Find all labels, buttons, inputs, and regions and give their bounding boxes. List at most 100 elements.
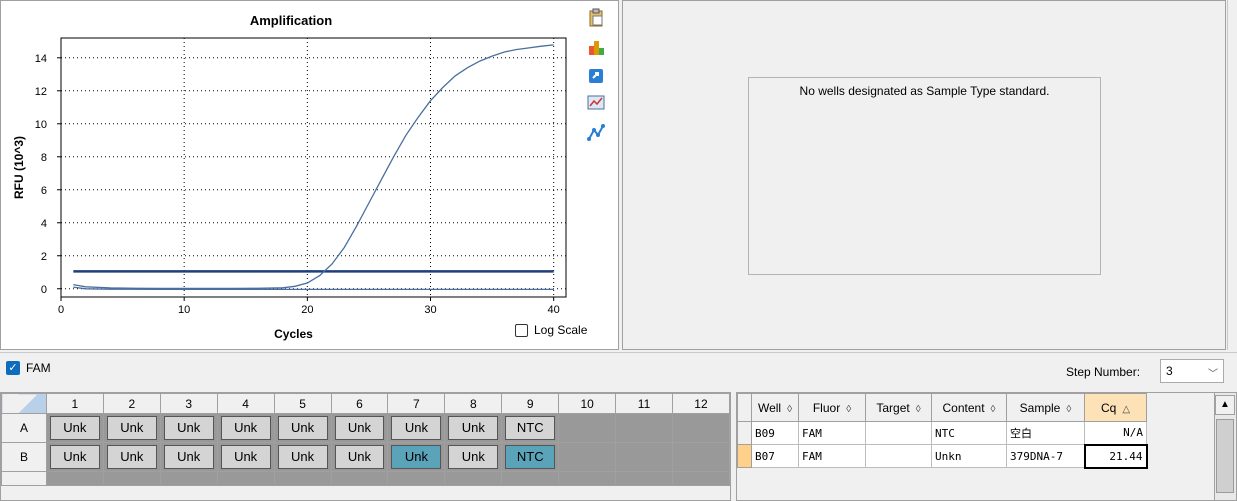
well-button[interactable]: Unk [391,416,442,440]
column-header-fluor[interactable]: Fluor ◊ [798,393,866,422]
step-number-select[interactable]: 3 ﹀ [1160,359,1224,383]
plate-well[interactable] [671,413,731,443]
plate-well[interactable]: Unk [387,413,446,443]
table-row[interactable]: B07 FAM Unkn 379DNA-7 21.44 [737,443,1148,469]
plate-well[interactable]: NTC [501,442,560,472]
well-button[interactable]: Unk [448,416,499,440]
plate-column-header[interactable]: 2 [102,393,161,414]
cell-target[interactable] [865,421,932,445]
well-button[interactable]: Unk [334,416,385,440]
plate-column-header[interactable]: 1 [45,393,104,414]
well-button[interactable]: Unk [277,445,328,469]
plate-column-header[interactable]: 12 [671,393,731,414]
plate-well[interactable]: Unk [159,413,218,443]
plate-well[interactable] [615,413,673,443]
results-scrollbar[interactable]: ▲ [1214,393,1236,500]
graph-icon[interactable] [586,123,606,143]
plate-well[interactable] [671,471,731,486]
clipboard-icon[interactable] [586,8,606,28]
cell-content[interactable]: NTC [931,421,1007,445]
cell-cq[interactable]: N/A [1084,421,1147,445]
well-button[interactable]: NTC [505,445,556,469]
plate-well[interactable]: NTC [501,413,560,443]
export-icon[interactable] [586,65,606,85]
plate-row-header[interactable] [1,471,47,486]
plate-column-header[interactable]: 6 [330,393,389,414]
plate-well[interactable]: Unk [216,413,275,443]
plate-column-header[interactable]: 11 [615,393,673,414]
plate-well[interactable] [159,471,218,486]
plate-row-header[interactable]: A [1,413,47,443]
plate-well[interactable] [216,471,275,486]
plate-well[interactable] [615,471,673,486]
scroll-thumb[interactable] [1216,419,1234,493]
well-button[interactable]: Unk [106,445,157,469]
scroll-up-icon[interactable]: ▲ [1215,395,1235,415]
plate-well[interactable] [102,471,161,486]
plate-well[interactable]: Unk [216,442,275,472]
plate-well[interactable] [444,471,503,486]
plate-well[interactable]: Unk [273,413,332,443]
plate-well[interactable]: Unk [444,442,503,472]
plate-column-header[interactable]: 5 [273,393,332,414]
plate-corner[interactable] [1,393,47,414]
column-header-target[interactable]: Target ◊ [865,393,932,422]
row-selector[interactable] [737,421,752,445]
column-header-content[interactable]: Content ◊ [931,393,1007,422]
plate-well[interactable]: Unk [45,442,104,472]
cell-fluor[interactable]: FAM [798,444,866,468]
plate-well[interactable] [273,471,332,486]
column-header-well[interactable]: Well ◊ [751,393,799,422]
plate-well[interactable] [45,471,104,486]
plate-column-header[interactable]: 7 [387,393,446,414]
well-button[interactable]: Unk [163,416,214,440]
cell-target[interactable] [865,444,932,468]
plate-well[interactable] [671,442,731,472]
cell-well[interactable]: B07 [751,444,799,468]
well-button[interactable]: Unk [448,445,499,469]
plate-well[interactable]: Unk [444,413,503,443]
fam-checkbox[interactable]: ✓ [6,361,20,375]
well-button[interactable]: Unk [49,416,100,440]
plate-column-header[interactable]: 4 [216,393,275,414]
plate-column-header[interactable]: 3 [159,393,218,414]
chart-options-icon[interactable] [586,93,606,113]
cell-sample[interactable]: 空白 [1006,421,1085,445]
cell-sample[interactable]: 379DNA-7 [1006,444,1085,468]
well-button[interactable]: Unk [220,416,271,440]
plate-well[interactable]: Unk [273,442,332,472]
plate-column-header[interactable]: 10 [558,393,617,414]
column-header-cq[interactable]: Cq △ [1084,393,1147,422]
well-button[interactable]: NTC [505,416,556,440]
plate-well[interactable] [387,471,446,486]
plate-well[interactable] [615,442,673,472]
well-button[interactable]: Unk [49,445,100,469]
well-button[interactable]: Unk [106,416,157,440]
plate-well[interactable]: Unk [159,442,218,472]
row-selector[interactable] [737,444,752,468]
table-row[interactable]: B09 FAM NTC 空白 N/A [737,421,1147,445]
plate-well[interactable]: Unk [102,442,161,472]
plate-well[interactable]: Unk [330,413,389,443]
log-scale-checkbox[interactable] [515,323,528,337]
vertical-scrollbar[interactable] [1227,0,1237,350]
cell-cq[interactable]: 21.44 [1083,443,1148,469]
plate-well[interactable] [558,471,617,486]
cell-fluor[interactable]: FAM [798,421,866,445]
plate-well[interactable]: Unk [330,442,389,472]
plate-well[interactable] [558,413,617,443]
plate-well[interactable]: Unk [102,413,161,443]
color-palette-icon[interactable] [586,37,606,57]
plate-well[interactable] [330,471,389,486]
log-scale-toggle[interactable]: Log Scale [515,323,587,337]
plate-well[interactable] [501,471,560,486]
well-button[interactable]: Unk [277,416,328,440]
well-button[interactable]: Unk [334,445,385,469]
plate-column-header[interactable]: 8 [444,393,503,414]
plate-column-header[interactable]: 9 [501,393,560,414]
plate-well[interactable]: Unk [387,442,446,472]
fam-toggle[interactable]: ✓ FAM [6,361,51,375]
cell-content[interactable]: Unkn [931,444,1007,468]
plate-well[interactable] [558,442,617,472]
cell-well[interactable]: B09 [751,421,799,445]
